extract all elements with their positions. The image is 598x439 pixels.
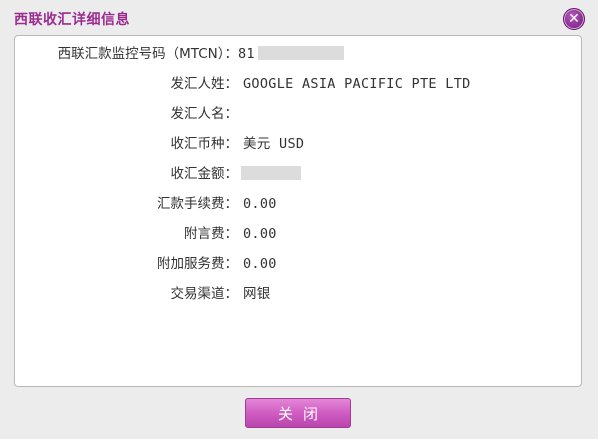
amount-redaction — [241, 166, 301, 180]
detail-row-mtcn: 西联汇款监控号码（MTCN）： 81 — [15, 44, 583, 64]
detail-row-sender-given-name: 发汇人名： — [15, 104, 583, 124]
dialog-title: 西联收汇详细信息 — [14, 12, 130, 28]
dialog: 西联收汇详细信息 ✕ 西联汇款监控号码（MTCN）： 81 发汇人姓： GOOG… — [0, 0, 598, 439]
fee-value: 0.00 — [243, 196, 277, 212]
close-button[interactable]: 关闭 — [245, 398, 351, 428]
fee-label: 汇款手续费： — [157, 196, 238, 212]
channel-value: 网银 — [243, 286, 271, 302]
close-icon[interactable]: ✕ — [563, 8, 585, 30]
amount-label: 收汇金额： — [170, 166, 239, 182]
service-fee-label: 附加服务费： — [157, 256, 238, 272]
message-fee-value: 0.00 — [243, 226, 277, 242]
sender-surname-value: GOOGLE ASIA PACIFIC PTE LTD — [243, 76, 471, 92]
message-fee-label: 附言费： — [184, 226, 238, 242]
channel-label: 交易渠道： — [170, 286, 239, 302]
mtcn-label: 西联汇款监控号码（MTCN）： — [57, 46, 238, 62]
detail-row-fee: 汇款手续费： 0.00 — [15, 194, 583, 214]
mtcn-value-text: 81 — [238, 46, 255, 62]
detail-row-sender-surname: 发汇人姓： GOOGLE ASIA PACIFIC PTE LTD — [15, 74, 583, 94]
mtcn-redaction — [257, 46, 344, 60]
sender-surname-label: 发汇人姓： — [170, 76, 239, 92]
detail-row-currency: 收汇币种： 美元 USD — [15, 134, 583, 154]
mtcn-value: 81 — [238, 44, 344, 64]
details-panel: 西联汇款监控号码（MTCN）： 81 发汇人姓： GOOGLE ASIA PAC… — [14, 35, 582, 387]
sender-given-name-label: 发汇人名： — [170, 106, 239, 122]
currency-label: 收汇币种： — [170, 136, 239, 152]
service-fee-value: 0.00 — [243, 256, 277, 272]
currency-value: 美元 USD — [243, 136, 305, 152]
amount-value — [241, 164, 301, 184]
detail-row-message-fee: 附言费： 0.00 — [15, 224, 583, 244]
detail-row-service-fee: 附加服务费： 0.00 — [15, 254, 583, 274]
close-glyph: ✕ — [568, 11, 580, 27]
detail-row-channel: 交易渠道： 网银 — [15, 284, 583, 304]
detail-row-amount: 收汇金额： — [15, 164, 583, 184]
